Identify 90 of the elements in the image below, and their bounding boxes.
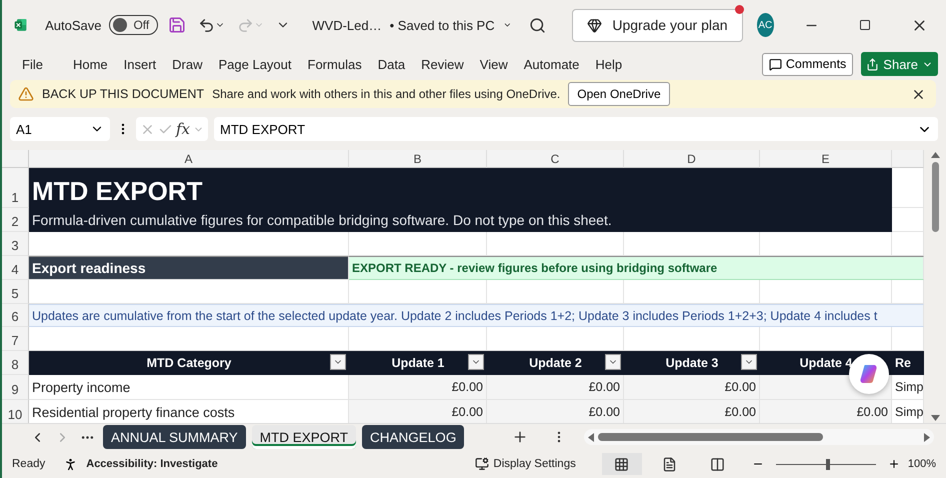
note-text: Updates are cumulative from the start of the selected update year. Update 2 includes Periods 1+2; Update 3 includes Periods 1+2+3; Update 4 includes t	[29, 304, 924, 327]
row-number: 3	[2, 232, 29, 256]
sheet-tab[interactable]: CHANGELOG	[362, 425, 464, 449]
scroll-left-icon	[588, 432, 594, 442]
comment-icon	[768, 58, 782, 70]
display-settings-icon	[475, 457, 490, 471]
sheet-tab[interactable]: MTD EXPORT	[252, 425, 356, 449]
menu-tab[interactable]: File	[14, 56, 51, 72]
zoom-slider[interactable]	[776, 458, 876, 470]
sheet-title: MTD EXPORT	[29, 168, 892, 208]
normal-view-icon	[614, 456, 630, 472]
filter-dropdown-button[interactable]	[330, 354, 346, 370]
view-button[interactable]	[602, 453, 642, 475]
gem-icon	[587, 18, 602, 32]
scroll-up-icon	[930, 152, 940, 158]
column-heading: Update 2	[487, 351, 624, 375]
warning-icon	[18, 86, 34, 102]
file-name: WVD-Led…	[312, 18, 382, 32]
column-header[interactable]: C	[487, 150, 624, 168]
table-cell: £0.00	[349, 400, 487, 423]
column-header[interactable]: E	[760, 150, 892, 168]
column-header[interactable]: D	[624, 150, 760, 168]
menu-tab[interactable]: Insert	[116, 56, 164, 72]
column-heading: Update 3	[624, 351, 760, 375]
menu-tab[interactable]: Data	[370, 56, 414, 72]
formula-field[interactable]: MTD EXPORT	[214, 117, 938, 141]
menu-tab[interactable]: View	[472, 56, 516, 72]
zoom-in-icon	[888, 458, 900, 470]
row-number: 1	[2, 168, 29, 208]
row-number: 10	[2, 400, 29, 423]
menu-tab[interactable]: Help	[587, 56, 630, 72]
table-cell: £0.00	[624, 375, 760, 400]
sheet-subtitle: Formula-driven cumulative figures for compatible bridging software. Do not type on this sheet.	[29, 208, 892, 232]
scroll-right-icon	[924, 432, 930, 442]
row-number: 4	[2, 256, 29, 280]
page-layout-icon	[662, 456, 678, 472]
save-status: • Saved to this PC	[390, 18, 495, 32]
notice-message: Share and work with others in this and other files using OneDrive.	[212, 87, 560, 101]
autosave-toggle[interactable]: Off	[109, 15, 158, 35]
scroll-down-icon	[930, 415, 940, 421]
table-cell: £0.00	[624, 400, 760, 423]
share-button[interactable]: Share	[861, 52, 938, 76]
open-onedrive-button[interactable]: Open OneDrive	[568, 82, 670, 106]
maximize-icon[interactable]	[857, 17, 873, 33]
menu-tab[interactable]: Page Layout	[210, 56, 300, 72]
column-heading: Re	[892, 351, 924, 375]
row-number: 8	[2, 351, 29, 375]
menu-tab[interactable]: Formulas	[300, 56, 370, 72]
column-header[interactable]: B	[349, 150, 487, 168]
readiness-status: EXPORT READY - review figures before using bridging software	[349, 256, 924, 280]
column-heading: MTD Category	[29, 351, 349, 375]
table-cell: £0.00	[487, 375, 624, 400]
spreadsheet-logo-icon	[14, 16, 28, 34]
row-number: 7	[2, 327, 29, 351]
row-number: 6	[2, 304, 29, 327]
name-box[interactable]: A1	[10, 117, 110, 141]
status-text: Ready	[12, 458, 46, 470]
filter-dropdown-button[interactable]	[741, 354, 757, 370]
insert-function-button[interactable]: fx	[176, 120, 190, 138]
column-header[interactable]: A	[29, 150, 349, 168]
zoom-thumb[interactable]	[826, 459, 830, 470]
filter-dropdown-button[interactable]	[605, 354, 621, 370]
notification-dot	[734, 4, 744, 14]
table-cell: £0.00	[349, 375, 487, 400]
autosave-label: AutoSave	[45, 18, 102, 32]
display-settings-button[interactable]: Display Settings	[469, 456, 582, 472]
table-cell: Simp	[892, 375, 924, 400]
readiness-label: Export readiness	[29, 256, 349, 280]
page-break-icon	[710, 456, 726, 472]
share-icon	[866, 58, 880, 70]
menu-tab[interactable]: Automate	[516, 56, 588, 72]
menu-tab[interactable]: Draw	[164, 56, 210, 72]
sheet-tab[interactable]: ANNUAL SUMMARY	[103, 425, 246, 449]
comments-button[interactable]: Comments	[762, 52, 854, 76]
table-cell: £0.00	[760, 400, 892, 423]
user-avatar[interactable]: AC	[756, 13, 774, 37]
menu-tab[interactable]: Home	[64, 56, 116, 72]
table-cell: Property income	[29, 375, 349, 400]
scroll-thumb[interactable]	[598, 433, 824, 441]
zoom-level: 100%	[908, 458, 936, 470]
filter-dropdown-button[interactable]	[468, 354, 484, 370]
row-number: 9	[2, 375, 29, 400]
table-cell: £0.00	[487, 400, 624, 423]
row-number: 2	[2, 208, 29, 232]
accessibility-status: Accessibility: Investigate	[86, 458, 218, 470]
scroll-thumb[interactable]	[932, 162, 938, 232]
column-heading: Update 1	[349, 351, 487, 375]
menu-tab[interactable]: Review	[413, 56, 472, 72]
row-number: 5	[2, 280, 29, 304]
notice-title: BACK UP THIS DOCUMENT	[42, 87, 204, 101]
